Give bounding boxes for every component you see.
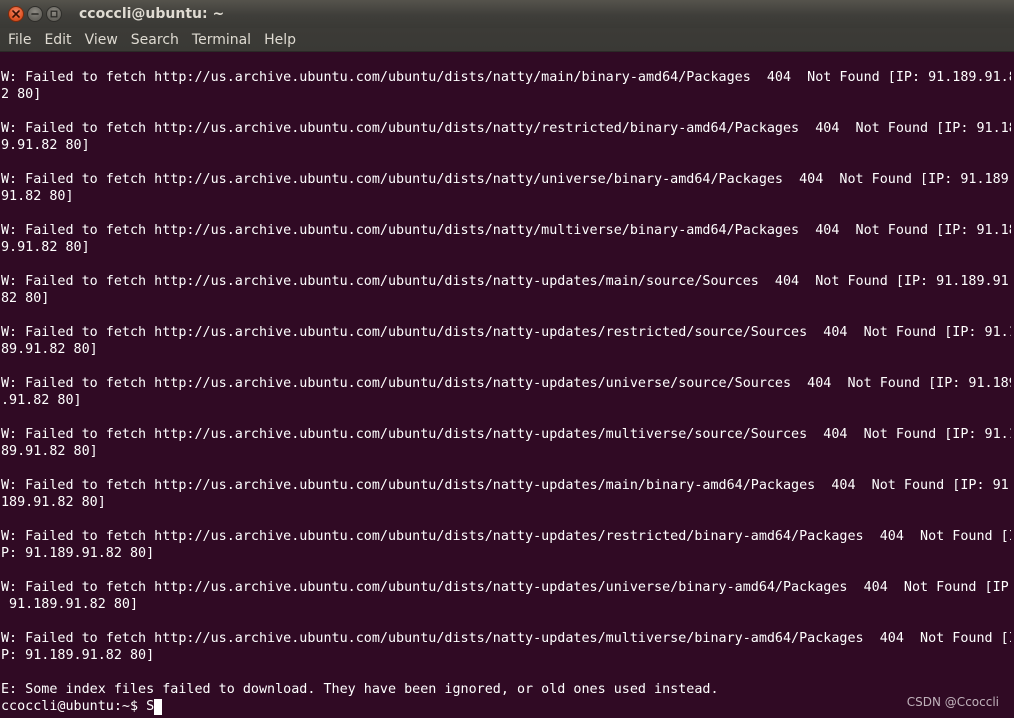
menu-bar: File Edit View Search Terminal Help <box>0 28 1014 52</box>
maximize-window-button[interactable] <box>46 6 62 22</box>
menu-terminal[interactable]: Terminal <box>192 32 251 48</box>
window-title: ccoccli@ubuntu: ~ <box>79 6 225 22</box>
menu-edit[interactable]: Edit <box>44 32 71 48</box>
shell-prompt: ccoccli@ubuntu:~$ <box>1 699 147 714</box>
menu-search[interactable]: Search <box>131 32 179 48</box>
terminal-line: 89.91.82 80] <box>1 342 98 357</box>
terminal-output: W: Failed to fetch http://us.archive.ubu… <box>1 69 1011 715</box>
command-input[interactable]: S <box>146 698 154 715</box>
maximize-icon <box>50 10 58 18</box>
terminal-line: 91.82 80] <box>1 189 74 204</box>
terminal-line: 9.91.82 80] <box>1 240 90 255</box>
terminal-line: .91.82 80] <box>1 393 82 408</box>
terminal-line: 82 80] <box>1 291 50 306</box>
close-icon <box>12 10 20 18</box>
terminal-line: E: Some index files failed to download. … <box>1 682 719 697</box>
terminal-line: P: 91.189.91.82 80] <box>1 546 155 561</box>
minimize-icon <box>31 13 39 15</box>
window-controls <box>8 6 62 22</box>
terminal-line: W: Failed to fetch http://us.archive.ubu… <box>1 580 1011 595</box>
terminal-line: W: Failed to fetch http://us.archive.ubu… <box>1 274 1011 289</box>
terminal-line: 9.91.82 80] <box>1 138 90 153</box>
terminal-line: 2 80] <box>1 87 42 102</box>
text-cursor <box>154 698 163 715</box>
menu-help[interactable]: Help <box>264 32 296 48</box>
menu-file[interactable]: File <box>8 32 31 48</box>
title-bar[interactable]: ccoccli@ubuntu: ~ <box>0 0 1014 28</box>
terminal-window: ccoccli@ubuntu: ~ File Edit View Search … <box>0 0 1014 718</box>
terminal-line: 89.91.82 80] <box>1 444 98 459</box>
terminal-line: W: Failed to fetch http://us.archive.ubu… <box>1 121 1011 136</box>
terminal-line: W: Failed to fetch http://us.archive.ubu… <box>1 478 1011 493</box>
close-window-button[interactable] <box>8 6 24 22</box>
terminal-line: 189.91.82 80] <box>1 495 106 510</box>
terminal-line: W: Failed to fetch http://us.archive.ubu… <box>1 376 1011 391</box>
terminal-line: W: Failed to fetch http://us.archive.ubu… <box>1 325 1011 340</box>
terminal-line: W: Failed to fetch http://us.archive.ubu… <box>1 172 1011 187</box>
terminal-area[interactable]: W: Failed to fetch http://us.archive.ubu… <box>0 52 1014 718</box>
terminal-line: P: 91.189.91.82 80] <box>1 648 155 663</box>
terminal-line: W: Failed to fetch http://us.archive.ubu… <box>1 70 1011 85</box>
terminal-line: W: Failed to fetch http://us.archive.ubu… <box>1 631 1011 646</box>
terminal-line: W: Failed to fetch http://us.archive.ubu… <box>1 223 1011 238</box>
terminal-line: W: Failed to fetch http://us.archive.ubu… <box>1 529 1011 544</box>
menu-view[interactable]: View <box>85 32 118 48</box>
watermark: CSDN @Ccoccli <box>906 695 999 709</box>
minimize-window-button[interactable] <box>27 6 43 22</box>
prompt-line[interactable]: ccoccli@ubuntu:~$ S <box>1 698 1011 715</box>
terminal-line: W: Failed to fetch http://us.archive.ubu… <box>1 427 1011 442</box>
terminal-line: 91.189.91.82 80] <box>1 597 139 612</box>
